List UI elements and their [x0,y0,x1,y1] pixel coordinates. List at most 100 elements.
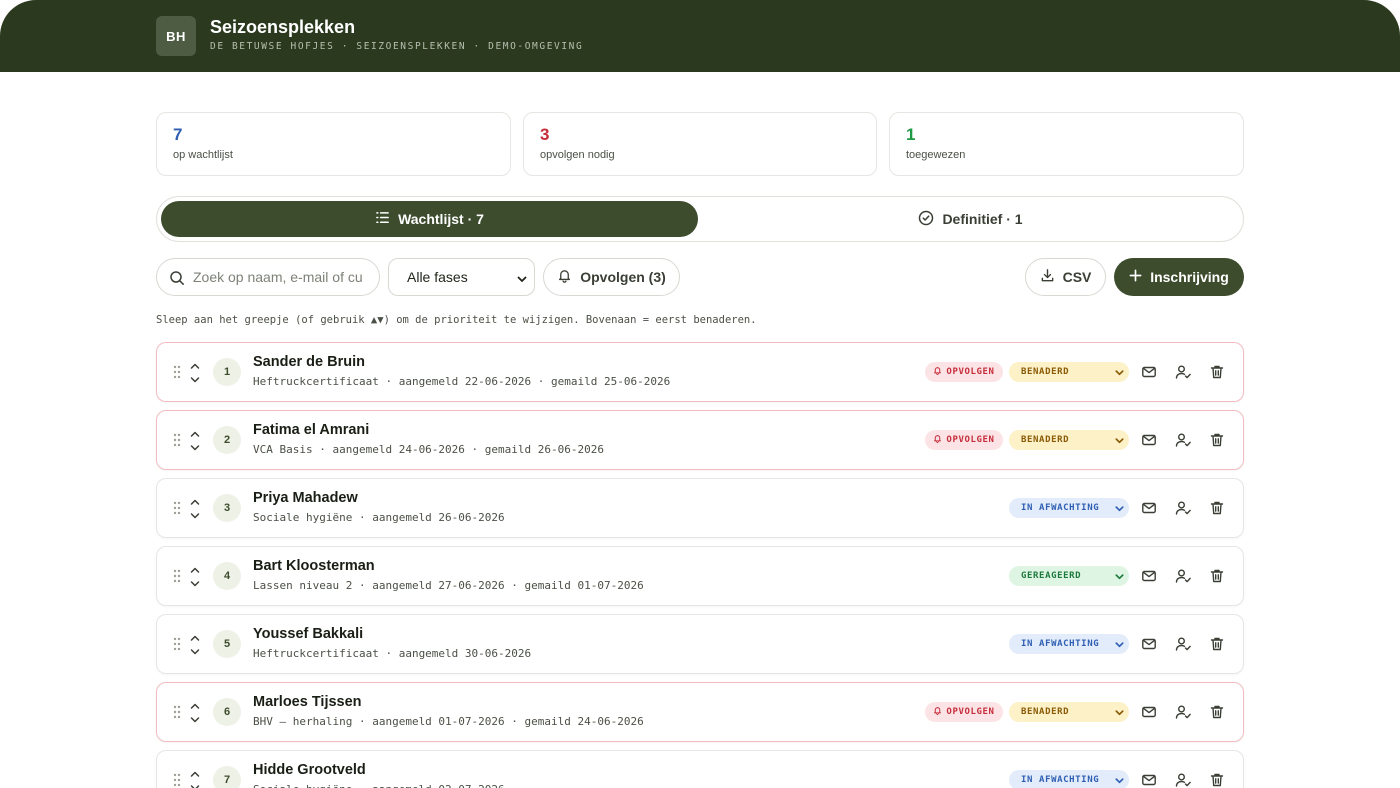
priority-hint: Sleep aan het greepje (of gebruik ▲▼) om… [156,314,757,326]
assign-user-icon[interactable] [1172,633,1194,655]
move-down-icon[interactable] [189,712,201,730]
assign-user-icon[interactable] [1172,565,1194,587]
mail-icon[interactable] [1138,633,1160,655]
assign-user-icon[interactable] [1172,497,1194,519]
mail-icon[interactable] [1138,497,1160,519]
reorder-controls [188,562,202,590]
chevron-down-icon [516,272,528,288]
chevron-down-icon [1114,435,1125,449]
chevron-down-icon [1114,571,1125,585]
candidate-name: Fatima el Amrani [253,422,370,438]
move-down-icon[interactable] [189,576,201,594]
tab-waitlist[interactable]: Wachtlijst · 7 [161,201,698,237]
status-select[interactable]: BENADERD [1009,702,1129,722]
reorder-controls [188,358,202,386]
follow-up-badge: OPVOLGEN [925,362,1003,382]
candidate-meta: Lassen niveau 2 · aangemeld 27-06-2026 ·… [253,579,644,592]
drag-handle-icon[interactable] [173,569,181,588]
follow-up-filter-button[interactable]: Opvolgen (3) [543,258,680,296]
move-down-icon[interactable] [189,644,201,662]
csv-export-button[interactable]: CSV [1025,258,1106,296]
tab-label: Wachtlijst · 7 [398,211,484,227]
view-tabs: Wachtlijst · 7 Definitief · 1 [156,196,1244,242]
status-select[interactable]: IN AFWACHTING [1009,498,1129,518]
drag-handle-icon[interactable] [173,501,181,520]
drag-handle-icon[interactable] [173,773,181,788]
stat-card-waitlist: 7 op wachtlijst [156,112,511,176]
stat-label: op wachtlijst [173,149,233,161]
move-down-icon[interactable] [189,372,201,390]
trash-icon[interactable] [1206,565,1228,587]
plus-icon [1129,269,1142,285]
waitlist-row: 5 Youssef Bakkali Heftruckcertificaat · … [156,614,1244,674]
mail-icon[interactable] [1138,429,1160,451]
assign-user-icon[interactable] [1172,701,1194,723]
candidate-name: Priya Mahadew [253,490,358,506]
rank-badge: 1 [213,358,241,386]
stat-value: 7 [173,125,183,144]
drag-handle-icon[interactable] [173,433,181,452]
app-logo: BH [156,16,196,56]
bell-icon [933,366,942,378]
stat-label: toegewezen [906,149,966,161]
status-select[interactable]: BENADERD [1009,430,1129,450]
candidate-meta: BHV — herhaling · aangemeld 01-07-2026 ·… [253,715,644,728]
list-icon [375,210,390,228]
tab-final[interactable]: Definitief · 1 [702,201,1239,237]
status-select[interactable]: IN AFWACHTING [1009,770,1129,788]
bell-icon [557,268,572,286]
mail-icon[interactable] [1138,361,1160,383]
mail-icon[interactable] [1138,701,1160,723]
drag-handle-icon[interactable] [173,637,181,656]
drag-handle-icon[interactable] [173,365,181,384]
rank-badge: 2 [213,426,241,454]
move-down-icon[interactable] [189,508,201,526]
waitlist-row: 4 Bart Kloosterman Lassen niveau 2 · aan… [156,546,1244,606]
rank-badge: 3 [213,494,241,522]
phase-select[interactable]: Alle fases [388,258,535,296]
search-input[interactable] [193,269,363,285]
status-value: BENADERD [1021,707,1070,717]
status-select[interactable]: IN AFWACHTING [1009,634,1129,654]
waitlist-row: 6 Marloes Tijssen BHV — herhaling · aang… [156,682,1244,742]
add-registration-button[interactable]: Inschrijving [1114,258,1244,296]
trash-icon[interactable] [1206,361,1228,383]
trash-icon[interactable] [1206,497,1228,519]
csv-label: CSV [1062,269,1092,285]
status-value: GEREAGEERD [1021,571,1082,581]
follow-up-label: Opvolgen (3) [580,269,666,285]
move-down-icon[interactable] [189,780,201,788]
mail-icon[interactable] [1138,769,1160,788]
reorder-controls [188,766,202,788]
waitlist-row: 3 Priya Mahadew Sociale hygiëne · aangem… [156,478,1244,538]
trash-icon[interactable] [1206,633,1228,655]
chevron-down-icon [1114,639,1125,653]
search-field[interactable] [156,258,380,296]
assign-user-icon[interactable] [1172,769,1194,788]
trash-icon[interactable] [1206,701,1228,723]
search-icon [169,270,185,291]
chevron-down-icon [1114,503,1125,517]
candidate-meta: Sociale hygiëne · aangemeld 02-07-2026 [253,783,505,788]
follow-up-badge-label: OPVOLGEN [946,435,995,445]
assign-user-icon[interactable] [1172,361,1194,383]
app-subtitle: DE BETUWSE HOFJES · SEIZOENSPLEKKEN · DE… [210,41,584,52]
status-select[interactable]: GEREAGEERD [1009,566,1129,586]
bell-icon [933,706,942,718]
reorder-controls [188,494,202,522]
chevron-down-icon [1114,367,1125,381]
candidate-name: Sander de Bruin [253,354,365,370]
candidate-name: Hidde Grootveld [253,762,366,778]
trash-icon[interactable] [1206,769,1228,788]
trash-icon[interactable] [1206,429,1228,451]
app-title: Seizoensplekken [210,17,356,37]
assign-user-icon[interactable] [1172,429,1194,451]
status-value: IN AFWACHTING [1021,775,1100,785]
follow-up-badge-label: OPVOLGEN [946,367,995,377]
mail-icon[interactable] [1138,565,1160,587]
move-down-icon[interactable] [189,440,201,458]
check-circle-icon [918,210,934,229]
drag-handle-icon[interactable] [173,705,181,724]
rank-badge: 5 [213,630,241,658]
status-select[interactable]: BENADERD [1009,362,1129,382]
